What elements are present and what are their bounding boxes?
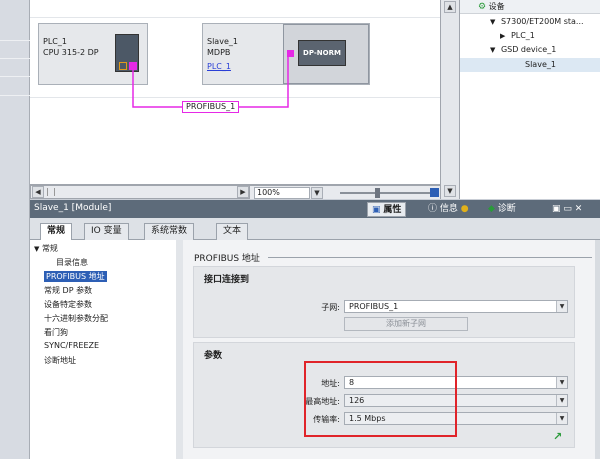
nav-scrollbar[interactable] xyxy=(176,240,183,459)
subnet-select[interactable]: PROFIBUS_1 ▼ xyxy=(344,300,568,313)
tree-item-station[interactable]: ▼ S7300/ET200M sta... xyxy=(460,15,600,29)
diagnostics-icon: ◆ xyxy=(488,204,495,214)
zoom-field[interactable]: 100% xyxy=(254,187,310,199)
highlight-box xyxy=(304,361,457,437)
tree-item-gsd[interactable]: ▼ GSD device_1 xyxy=(460,43,600,57)
nav-item[interactable]: 十六进制参数分配 xyxy=(44,313,108,324)
content-scrollbar[interactable] xyxy=(595,240,600,459)
device-tree: ⚙ 设备 ▼ S7300/ET200M sta... ▶ PLC_1 ▼ GSD… xyxy=(460,0,600,199)
title-divider xyxy=(268,257,592,258)
profibus-line[interactable] xyxy=(30,0,440,185)
expand-icon[interactable]: ▶ xyxy=(500,32,505,40)
tree-item-label: PLC_1 xyxy=(510,31,535,40)
page-title: PROFIBUS 地址 xyxy=(194,254,260,264)
tab-io-tags[interactable]: IO 变量 xyxy=(84,223,129,240)
canvas-vscrollbar[interactable]: ▲ ▼ xyxy=(440,0,460,199)
bus-label[interactable]: PROFIBUS_1 xyxy=(182,101,240,113)
zoom-bar: 100% ▼ xyxy=(250,185,440,199)
nav-item[interactable]: 设备特定参数 xyxy=(44,299,92,310)
properties-title: Slave_1 [Module] xyxy=(34,203,112,213)
tab-properties[interactable]: ▣ 属性 xyxy=(367,202,407,217)
tab-diagnostics[interactable]: ◆ 诊断 xyxy=(484,202,520,217)
tree-header: ⚙ 设备 xyxy=(460,0,600,14)
nav-item[interactable]: 常规 DP 参数 xyxy=(44,285,92,296)
tab-texts[interactable]: 文本 xyxy=(216,223,249,240)
zoom-dropdown-icon[interactable]: ▼ xyxy=(311,187,323,199)
panel-controls[interactable]: ▣ ▭ ✕ xyxy=(548,202,586,217)
nav-item[interactable]: SYNC/FREEZE xyxy=(44,341,99,350)
info-icon: ⓘ xyxy=(428,204,438,214)
nav-item[interactable]: 看门狗 xyxy=(44,327,68,338)
tab-info[interactable]: ⓘ 信息 ● xyxy=(424,202,473,217)
zoom-slider-thumb[interactable] xyxy=(375,188,380,198)
tab-system-constants[interactable]: 系统常数 xyxy=(144,223,195,240)
expand-icon[interactable]: ▼ xyxy=(490,18,495,26)
tree-item-plc[interactable]: ▶ PLC_1 xyxy=(460,29,600,43)
scroll-left-icon[interactable]: ◀ xyxy=(32,186,44,198)
chevron-down-icon[interactable]: ▼ xyxy=(556,413,567,424)
tree-item-label: Slave_1 xyxy=(525,60,556,69)
network-view-canvas[interactable]: PLC_1 CPU 315-2 DP Slave_1 MDPB PLC_1 DP… xyxy=(30,0,440,185)
tree-item-label: S7300/ET200M sta... xyxy=(500,17,584,26)
tree-item-label: GSD device_1 xyxy=(500,45,557,54)
devices-icon: ⚙ xyxy=(478,2,487,12)
canvas-hscrollbar[interactable]: ◀ ▶ xyxy=(30,185,250,199)
overview-icon[interactable] xyxy=(430,188,439,197)
zoom-slider[interactable] xyxy=(340,192,430,194)
scroll-right-icon[interactable]: ▶ xyxy=(237,186,249,198)
tree-header-label: 设备 xyxy=(488,2,505,11)
arrow-icon[interactable]: ↗ xyxy=(553,430,562,443)
chevron-down-icon[interactable]: ▼ xyxy=(556,395,567,406)
scroll-down-icon[interactable]: ▼ xyxy=(444,185,456,197)
expand-icon[interactable]: ▼ xyxy=(490,46,495,54)
scroll-thumb[interactable] xyxy=(47,188,55,196)
tab-general[interactable]: 常规 xyxy=(40,223,73,240)
chevron-down-icon[interactable]: ▼ xyxy=(556,377,567,388)
chevron-down-icon[interactable]: ▼ xyxy=(556,301,567,312)
add-subnet-button[interactable]: 添加新子网 xyxy=(344,317,468,331)
nav-group-general[interactable]: ▼ 常规 xyxy=(34,243,58,254)
nav-item[interactable]: 目录信息 xyxy=(56,257,88,268)
scroll-up-icon[interactable]: ▲ xyxy=(444,1,456,13)
interface-heading: 接口连接到 xyxy=(204,275,250,285)
left-strip xyxy=(0,0,30,459)
info-badge-icon: ● xyxy=(460,204,469,214)
properties-nav: ▼ 常规 目录信息 PROFIBUS 地址 常规 DP 参数 设备特定参数 十六… xyxy=(30,240,182,459)
nav-item[interactable]: 诊断地址 xyxy=(44,355,76,366)
parameters-heading: 参数 xyxy=(204,351,223,361)
nav-item-selected[interactable]: PROFIBUS 地址 xyxy=(44,271,107,282)
subnet-label: 子网: xyxy=(321,303,340,312)
collapse-icon[interactable]: ▼ xyxy=(34,245,39,253)
tree-item-slave[interactable]: Slave_1 xyxy=(460,58,600,72)
properties-icon: ▣ xyxy=(372,205,381,215)
